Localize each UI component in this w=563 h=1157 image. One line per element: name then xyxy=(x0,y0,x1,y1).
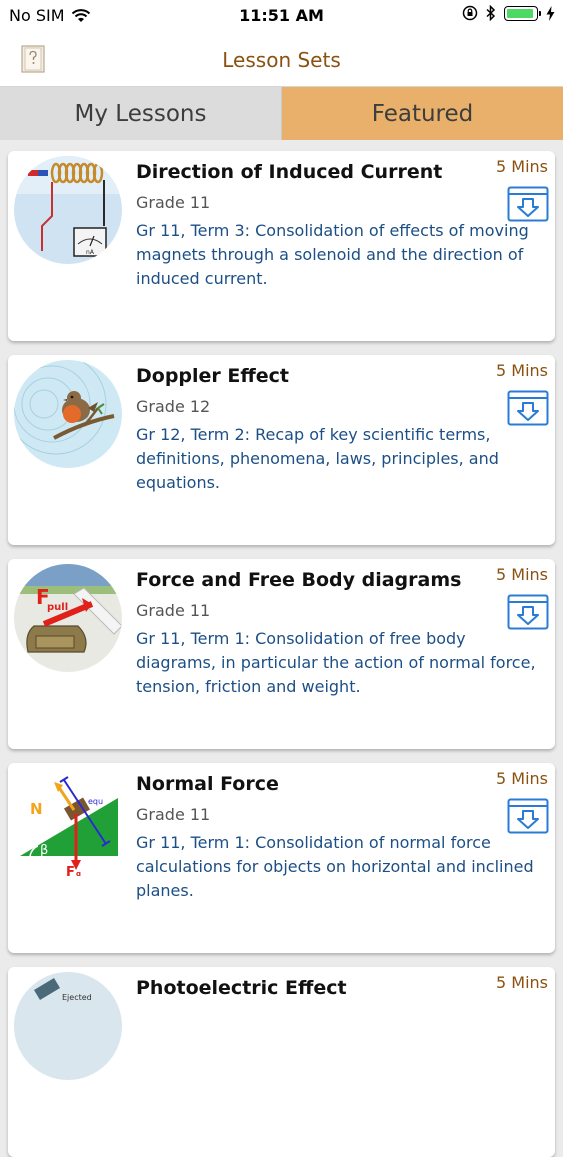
bluetooth-icon xyxy=(486,5,496,21)
lesson-grade: Grade 11 xyxy=(136,601,211,620)
lesson-description: Gr 11, Term 1: Consolidation of free bod… xyxy=(136,629,536,696)
nav-bar: Lesson Sets xyxy=(0,30,563,87)
tab-featured[interactable]: Featured xyxy=(282,87,563,140)
thumb-label-g: g xyxy=(76,870,81,876)
download-icon[interactable] xyxy=(507,798,549,834)
lesson-title: Normal Force xyxy=(136,773,279,795)
nav-title: Lesson Sets xyxy=(222,48,341,72)
thumb-label-beta: β xyxy=(40,843,48,858)
lesson-description: Gr 11, Term 3: Consolidation of effects … xyxy=(136,221,529,288)
lesson-title: Doppler Effect xyxy=(136,365,290,387)
lesson-grade: Grade 11 xyxy=(136,805,211,824)
thumb-label-f: F xyxy=(66,865,75,876)
lesson-card[interactable]: nA Direction of Induced Current Grade 11… xyxy=(8,151,555,341)
photoelectric-thumbnail: Ejected xyxy=(14,972,122,1080)
lesson-card[interactable]: N β F g equ Normal Force Grade 11 Gr 11,… xyxy=(8,763,555,953)
charging-bolt-icon xyxy=(546,5,555,21)
download-icon[interactable] xyxy=(507,186,549,222)
lesson-description: Gr 11, Term 1: Consolidation of normal f… xyxy=(136,833,534,900)
lesson-tabs: My Lessons Featured xyxy=(0,87,563,140)
lesson-duration: 5 Mins xyxy=(496,565,548,584)
download-icon[interactable] xyxy=(507,594,549,630)
lesson-grade: Grade 11 xyxy=(136,193,211,212)
thumb-label-n: N xyxy=(30,800,43,818)
lesson-title: Force and Free Body diagrams xyxy=(136,569,462,591)
lesson-duration: 5 Mins xyxy=(496,769,548,788)
lesson-description: Gr 12, Term 2: Recap of key scientific t… xyxy=(136,425,499,492)
thumb-sub: pull xyxy=(47,602,68,613)
lesson-grade: Grade 12 xyxy=(136,397,211,416)
lesson-card[interactable]: Doppler Effect Grade 12 Gr 12, Term 2: R… xyxy=(8,355,555,545)
lesson-card[interactable]: F pull Force and Free Body diagrams Grad… xyxy=(8,559,555,749)
free-body-thumbnail: F pull xyxy=(14,564,122,672)
status-right xyxy=(462,5,555,21)
thumb-label-equ: equ xyxy=(88,797,103,806)
lesson-title: Direction of Induced Current xyxy=(136,161,443,183)
orientation-lock-icon xyxy=(462,5,478,21)
battery-icon xyxy=(504,5,541,21)
thumb-label: nA xyxy=(86,249,95,256)
lesson-card[interactable]: Ejected Photoelectric Effect 5 Mins xyxy=(8,967,555,1157)
induced-current-thumbnail: nA xyxy=(14,156,122,264)
lesson-title: Photoelectric Effect xyxy=(136,977,347,999)
lesson-duration: 5 Mins xyxy=(496,973,548,992)
doppler-effect-thumbnail xyxy=(14,360,122,468)
thumb-label: Ejected xyxy=(62,993,92,1002)
download-icon[interactable] xyxy=(507,390,549,426)
lesson-duration: 5 Mins xyxy=(496,157,548,176)
normal-force-thumbnail: N β F g equ xyxy=(14,768,122,876)
tab-my-lessons[interactable]: My Lessons xyxy=(0,87,282,140)
status-bar: No SIM 11:51 AM xyxy=(0,0,563,30)
lesson-duration: 5 Mins xyxy=(496,361,548,380)
